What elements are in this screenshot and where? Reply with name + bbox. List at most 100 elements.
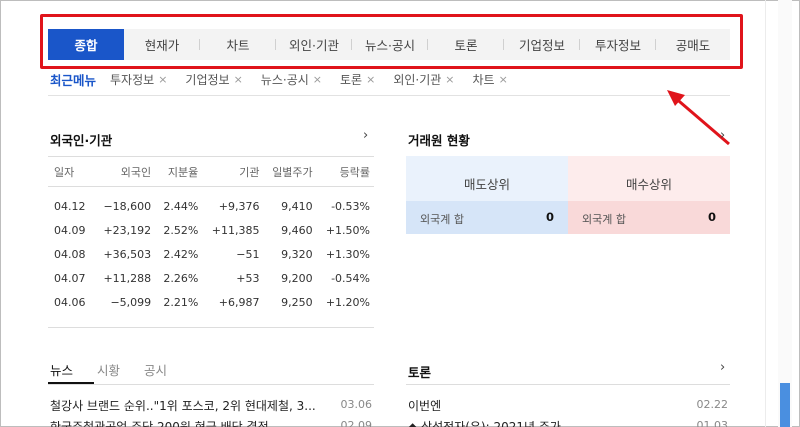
broker-section-title: 거래원 현황 bbox=[408, 133, 470, 148]
cell-share: 2.44% bbox=[163, 200, 199, 213]
recent-item-label: 외인·기관 bbox=[393, 72, 442, 87]
scrollbar-track[interactable] bbox=[778, 0, 792, 427]
cell-price: 9,460 bbox=[281, 224, 313, 237]
discussion-title: 이번엔 bbox=[408, 399, 442, 413]
discussion-item[interactable]: ◆ 삼성전자(우): 2021년 주가 01.03 bbox=[406, 418, 730, 427]
cell-institution: +6,987 bbox=[218, 296, 260, 309]
cell-foreign: +11,288 bbox=[103, 272, 152, 285]
cell-foreign: −5,099 bbox=[110, 296, 152, 309]
close-icon[interactable]: × bbox=[158, 73, 167, 86]
recent-item-label: 기업정보 bbox=[185, 72, 230, 87]
cell-foreign: −18,600 bbox=[103, 200, 152, 213]
cell-price: 9,320 bbox=[281, 248, 313, 261]
column-header: 일별주가 bbox=[263, 156, 317, 187]
sell-top-label: 매도상위 bbox=[463, 177, 510, 192]
news-tab-bar: 뉴스 시황 공시 bbox=[48, 360, 189, 379]
discussion-date: 02.22 bbox=[696, 398, 729, 411]
cell-date: 04.08 bbox=[54, 248, 86, 261]
cell-share: 2.26% bbox=[163, 272, 199, 285]
news-title: 철강사 브랜드 순위.."1위 포스코, 2위 현대제철, 3... bbox=[50, 399, 316, 413]
cell-institution: +53 bbox=[236, 272, 260, 285]
cell-share: 2.42% bbox=[163, 248, 199, 261]
cell-date: 04.12 bbox=[54, 200, 86, 213]
scrollbar-thumb[interactable] bbox=[780, 383, 790, 427]
divider bbox=[406, 384, 730, 385]
table-header-row: 일자 외국인 지분율 기관 일별주가 등락률 bbox=[48, 156, 374, 187]
buy-foreign-total-value: 0 bbox=[707, 210, 716, 224]
news-title: 한국주철관공업 주당 200원 현금 배당 결정 bbox=[50, 420, 269, 427]
divider bbox=[765, 0, 766, 427]
cell-rate: +1.20% bbox=[325, 296, 370, 309]
recent-item-foreign-institution[interactable]: 외인·기관 × bbox=[393, 71, 454, 88]
table-row: 04.08 +36,503 2.42% −51 9,320 +1.30% bbox=[48, 243, 374, 267]
discussion-title: ◆ 삼성전자(우): 2021년 주가 bbox=[408, 420, 561, 427]
discussion-item[interactable]: 이번엔 02.22 bbox=[406, 397, 730, 415]
news-item[interactable]: 한국주철관공업 주당 200원 현금 배당 결정 02.09 bbox=[48, 418, 374, 427]
column-header: 일자 bbox=[48, 156, 94, 187]
column-header: 기관 bbox=[202, 156, 264, 187]
news-date: 02.09 bbox=[340, 419, 373, 427]
table-row: 04.06 −5,099 2.21% +6,987 9,250 +1.20% bbox=[48, 291, 374, 315]
tab-disclosure[interactable]: 공시 bbox=[142, 360, 169, 379]
close-icon[interactable]: × bbox=[445, 73, 454, 86]
news-item[interactable]: 철강사 브랜드 순위.."1위 포스코, 2위 현대제철, 3... 03.06 bbox=[48, 397, 374, 415]
close-icon[interactable]: × bbox=[313, 73, 322, 86]
recent-item-label: 차트 bbox=[472, 72, 495, 87]
cell-date: 04.06 bbox=[54, 296, 86, 309]
table-bottom-border bbox=[48, 327, 374, 328]
tab-market[interactable]: 시황 bbox=[95, 360, 122, 379]
recent-menu-title: 최근메뉴 bbox=[50, 72, 97, 88]
buy-top-label: 매수상위 bbox=[625, 177, 672, 192]
chevron-right-icon[interactable]: › bbox=[720, 360, 725, 375]
cell-price: 9,200 bbox=[281, 272, 313, 285]
discussion-date: 01.03 bbox=[696, 419, 729, 427]
sell-foreign-total-label: 외국계 합 bbox=[420, 213, 464, 226]
chevron-right-icon[interactable]: › bbox=[363, 128, 368, 143]
table-row: 04.07 +11,288 2.26% +53 9,200 -0.54% bbox=[48, 267, 374, 291]
recent-item-chart[interactable]: 차트 × bbox=[473, 71, 508, 88]
sell-foreign-total-value: 0 bbox=[545, 210, 554, 224]
recent-menu: 최근메뉴 투자정보 × 기업정보 × 뉴스·공시 × 토론 × 외인·기관 × 차트 × bbox=[50, 70, 526, 88]
cell-share: 2.52% bbox=[163, 224, 199, 237]
cell-rate: -0.54% bbox=[331, 272, 370, 285]
cell-rate: -0.53% bbox=[331, 200, 370, 213]
column-header: 등락률 bbox=[316, 156, 374, 187]
cell-institution: +9,376 bbox=[218, 200, 260, 213]
buy-top-panel: 매수상위 외국계 합 0 bbox=[568, 156, 730, 234]
divider bbox=[48, 95, 730, 96]
cell-date: 04.07 bbox=[54, 272, 86, 285]
discussion-section-title: 토론 bbox=[408, 365, 432, 380]
cell-institution: −51 bbox=[236, 248, 260, 261]
column-header: 외국인 bbox=[94, 156, 156, 187]
recent-item-label: 토론 bbox=[340, 72, 363, 87]
recent-item-label: 뉴스·공시 bbox=[260, 72, 309, 87]
sell-foreign-total-row: 외국계 합 0 bbox=[406, 201, 568, 234]
divider bbox=[48, 384, 374, 385]
chevron-right-icon[interactable]: › bbox=[720, 128, 725, 143]
foreign-institution-table: 일자 외국인 지분율 기관 일별주가 등락률 04.12 −18,600 2.4… bbox=[48, 156, 374, 315]
cell-foreign: +23,192 bbox=[103, 224, 152, 237]
recent-item-news-disclosure[interactable]: 뉴스·공시 × bbox=[261, 71, 322, 88]
cell-price: 9,250 bbox=[281, 296, 313, 309]
close-icon[interactable]: × bbox=[499, 73, 508, 86]
table-row: 04.12 −18,600 2.44% +9,376 9,410 -0.53% bbox=[48, 195, 374, 219]
table-spacer bbox=[48, 187, 374, 195]
cell-date: 04.09 bbox=[54, 224, 86, 237]
broker-status-panel: 매도상위 외국계 합 0 매수상위 외국계 합 0 bbox=[406, 156, 730, 234]
recent-item-discussion[interactable]: 토론 × bbox=[340, 71, 375, 88]
close-icon[interactable]: × bbox=[366, 73, 375, 86]
recent-item-label: 투자정보 bbox=[110, 72, 155, 87]
recent-item-company-info[interactable]: 기업정보 × bbox=[185, 71, 242, 88]
cell-institution: +11,385 bbox=[211, 224, 260, 237]
recent-item-investment-info[interactable]: 투자정보 × bbox=[110, 71, 167, 88]
cell-share: 2.21% bbox=[163, 296, 199, 309]
red-highlight-box bbox=[40, 14, 743, 69]
close-icon[interactable]: × bbox=[234, 73, 243, 86]
tab-news[interactable]: 뉴스 bbox=[48, 360, 75, 379]
column-header: 지분율 bbox=[155, 156, 203, 187]
cell-price: 9,410 bbox=[281, 200, 313, 213]
foreign-section-title: 외국인·기관 bbox=[50, 133, 113, 148]
cell-foreign: +36,503 bbox=[103, 248, 152, 261]
cell-rate: +1.50% bbox=[325, 224, 370, 237]
cell-rate: +1.30% bbox=[325, 248, 370, 261]
